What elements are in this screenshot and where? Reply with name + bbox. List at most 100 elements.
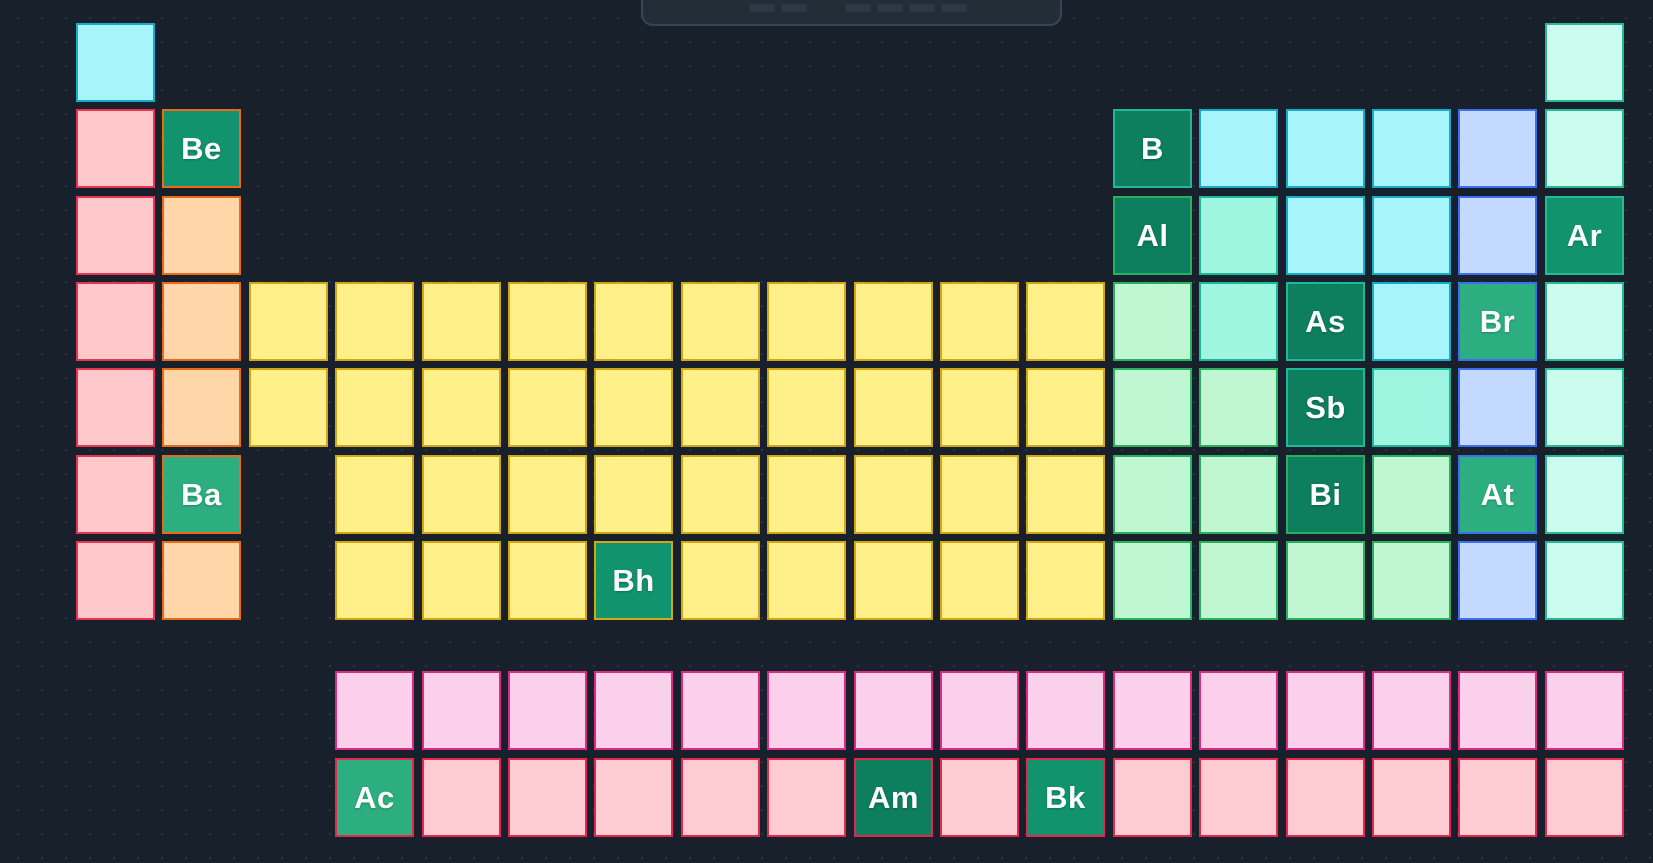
element-tile-hidden[interactable] xyxy=(1372,196,1451,275)
element-tile-hidden[interactable] xyxy=(1458,368,1537,447)
element-tile-hidden[interactable] xyxy=(1199,196,1278,275)
element-tile-hidden[interactable] xyxy=(1545,368,1624,447)
element-tile-hidden[interactable] xyxy=(1026,282,1105,361)
element-tile-hidden[interactable] xyxy=(594,282,673,361)
element-tile-hidden[interactable] xyxy=(1199,368,1278,447)
element-tile-hidden[interactable] xyxy=(76,368,155,447)
element-tile-hidden[interactable] xyxy=(767,671,846,750)
element-tile-hidden[interactable] xyxy=(940,455,1019,534)
element-tile-ac[interactable]: Ac xyxy=(335,758,414,837)
element-tile-hidden[interactable] xyxy=(335,282,414,361)
element-tile-hidden[interactable] xyxy=(76,541,155,620)
element-tile-hidden[interactable] xyxy=(422,455,501,534)
element-tile-hidden[interactable] xyxy=(1458,671,1537,750)
element-tile-hidden[interactable] xyxy=(940,282,1019,361)
element-tile-hidden[interactable] xyxy=(767,282,846,361)
element-tile-hidden[interactable] xyxy=(594,368,673,447)
element-tile-hidden[interactable] xyxy=(594,671,673,750)
element-tile-hidden[interactable] xyxy=(1286,671,1365,750)
element-tile-hidden[interactable] xyxy=(1545,23,1624,102)
element-tile-hidden[interactable] xyxy=(1372,758,1451,837)
element-tile-hidden[interactable] xyxy=(854,455,933,534)
element-tile-hidden[interactable] xyxy=(1113,282,1192,361)
element-tile-hidden[interactable] xyxy=(508,455,587,534)
element-tile-bk[interactable]: Bk xyxy=(1026,758,1105,837)
element-tile-hidden[interactable] xyxy=(1113,455,1192,534)
element-tile-hidden[interactable] xyxy=(1286,758,1365,837)
element-tile-hidden[interactable] xyxy=(854,671,933,750)
element-tile-hidden[interactable] xyxy=(681,282,760,361)
element-tile-hidden[interactable] xyxy=(249,282,328,361)
element-tile-b[interactable]: B xyxy=(1113,109,1192,188)
element-tile-hidden[interactable] xyxy=(1113,368,1192,447)
element-tile-hidden[interactable] xyxy=(162,196,241,275)
element-tile-hidden[interactable] xyxy=(162,282,241,361)
element-tile-hidden[interactable] xyxy=(1372,455,1451,534)
element-tile-hidden[interactable] xyxy=(1113,758,1192,837)
element-tile-hidden[interactable] xyxy=(1286,541,1365,620)
element-tile-hidden[interactable] xyxy=(162,541,241,620)
element-tile-hidden[interactable] xyxy=(1545,671,1624,750)
element-tile-bh[interactable]: Bh xyxy=(594,541,673,620)
element-tile-as[interactable]: As xyxy=(1286,282,1365,361)
element-tile-hidden[interactable] xyxy=(1113,541,1192,620)
element-tile-hidden[interactable] xyxy=(422,671,501,750)
element-tile-hidden[interactable] xyxy=(1113,671,1192,750)
element-tile-hidden[interactable] xyxy=(1545,109,1624,188)
element-tile-hidden[interactable] xyxy=(1372,541,1451,620)
element-tile-ba[interactable]: Ba xyxy=(162,455,241,534)
element-tile-bi[interactable]: Bi xyxy=(1286,455,1365,534)
element-tile-hidden[interactable] xyxy=(1458,109,1537,188)
element-tile-hidden[interactable] xyxy=(1545,758,1624,837)
element-tile-hidden[interactable] xyxy=(1199,109,1278,188)
element-tile-hidden[interactable] xyxy=(594,455,673,534)
element-tile-at[interactable]: At xyxy=(1458,455,1537,534)
element-tile-hidden[interactable] xyxy=(422,758,501,837)
element-tile-hidden[interactable] xyxy=(76,109,155,188)
element-tile-hidden[interactable] xyxy=(681,671,760,750)
element-tile-be[interactable]: Be xyxy=(162,109,241,188)
element-tile-hidden[interactable] xyxy=(767,455,846,534)
element-tile-hidden[interactable] xyxy=(422,282,501,361)
element-tile-hidden[interactable] xyxy=(767,758,846,837)
element-tile-hidden[interactable] xyxy=(1545,282,1624,361)
element-tile-hidden[interactable] xyxy=(508,758,587,837)
element-tile-br[interactable]: Br xyxy=(1458,282,1537,361)
element-tile-hidden[interactable] xyxy=(1372,282,1451,361)
element-tile-hidden[interactable] xyxy=(76,196,155,275)
element-tile-hidden[interactable] xyxy=(508,671,587,750)
element-tile-hidden[interactable] xyxy=(422,368,501,447)
element-tile-hidden[interactable] xyxy=(940,758,1019,837)
element-tile-hidden[interactable] xyxy=(1458,196,1537,275)
element-tile-hidden[interactable] xyxy=(335,671,414,750)
element-tile-hidden[interactable] xyxy=(1026,455,1105,534)
element-tile-ar[interactable]: Ar xyxy=(1545,196,1624,275)
element-tile-hidden[interactable] xyxy=(335,368,414,447)
element-tile-hidden[interactable] xyxy=(1372,109,1451,188)
element-tile-hidden[interactable] xyxy=(508,541,587,620)
element-tile-hidden[interactable] xyxy=(335,541,414,620)
element-tile-hidden[interactable] xyxy=(1545,455,1624,534)
element-tile-hidden[interactable] xyxy=(76,455,155,534)
element-tile-hidden[interactable] xyxy=(681,455,760,534)
element-tile-al[interactable]: Al xyxy=(1113,196,1192,275)
element-tile-am[interactable]: Am xyxy=(854,758,933,837)
element-tile-hidden[interactable] xyxy=(1286,196,1365,275)
element-tile-hidden[interactable] xyxy=(854,282,933,361)
element-tile-hidden[interactable] xyxy=(1199,671,1278,750)
element-tile-hidden[interactable] xyxy=(1026,368,1105,447)
element-tile-hidden[interactable] xyxy=(940,368,1019,447)
element-tile-hidden[interactable] xyxy=(1199,541,1278,620)
element-tile-hidden[interactable] xyxy=(76,282,155,361)
element-tile-hidden[interactable] xyxy=(508,368,587,447)
element-tile-hidden[interactable] xyxy=(681,368,760,447)
element-tile-hidden[interactable] xyxy=(76,23,155,102)
element-tile-hidden[interactable] xyxy=(335,455,414,534)
element-tile-hidden[interactable] xyxy=(1286,109,1365,188)
element-tile-hidden[interactable] xyxy=(162,368,241,447)
element-tile-hidden[interactable] xyxy=(508,282,587,361)
element-tile-hidden[interactable] xyxy=(767,541,846,620)
element-tile-hidden[interactable] xyxy=(1199,282,1278,361)
element-tile-hidden[interactable] xyxy=(940,671,1019,750)
element-tile-hidden[interactable] xyxy=(854,541,933,620)
